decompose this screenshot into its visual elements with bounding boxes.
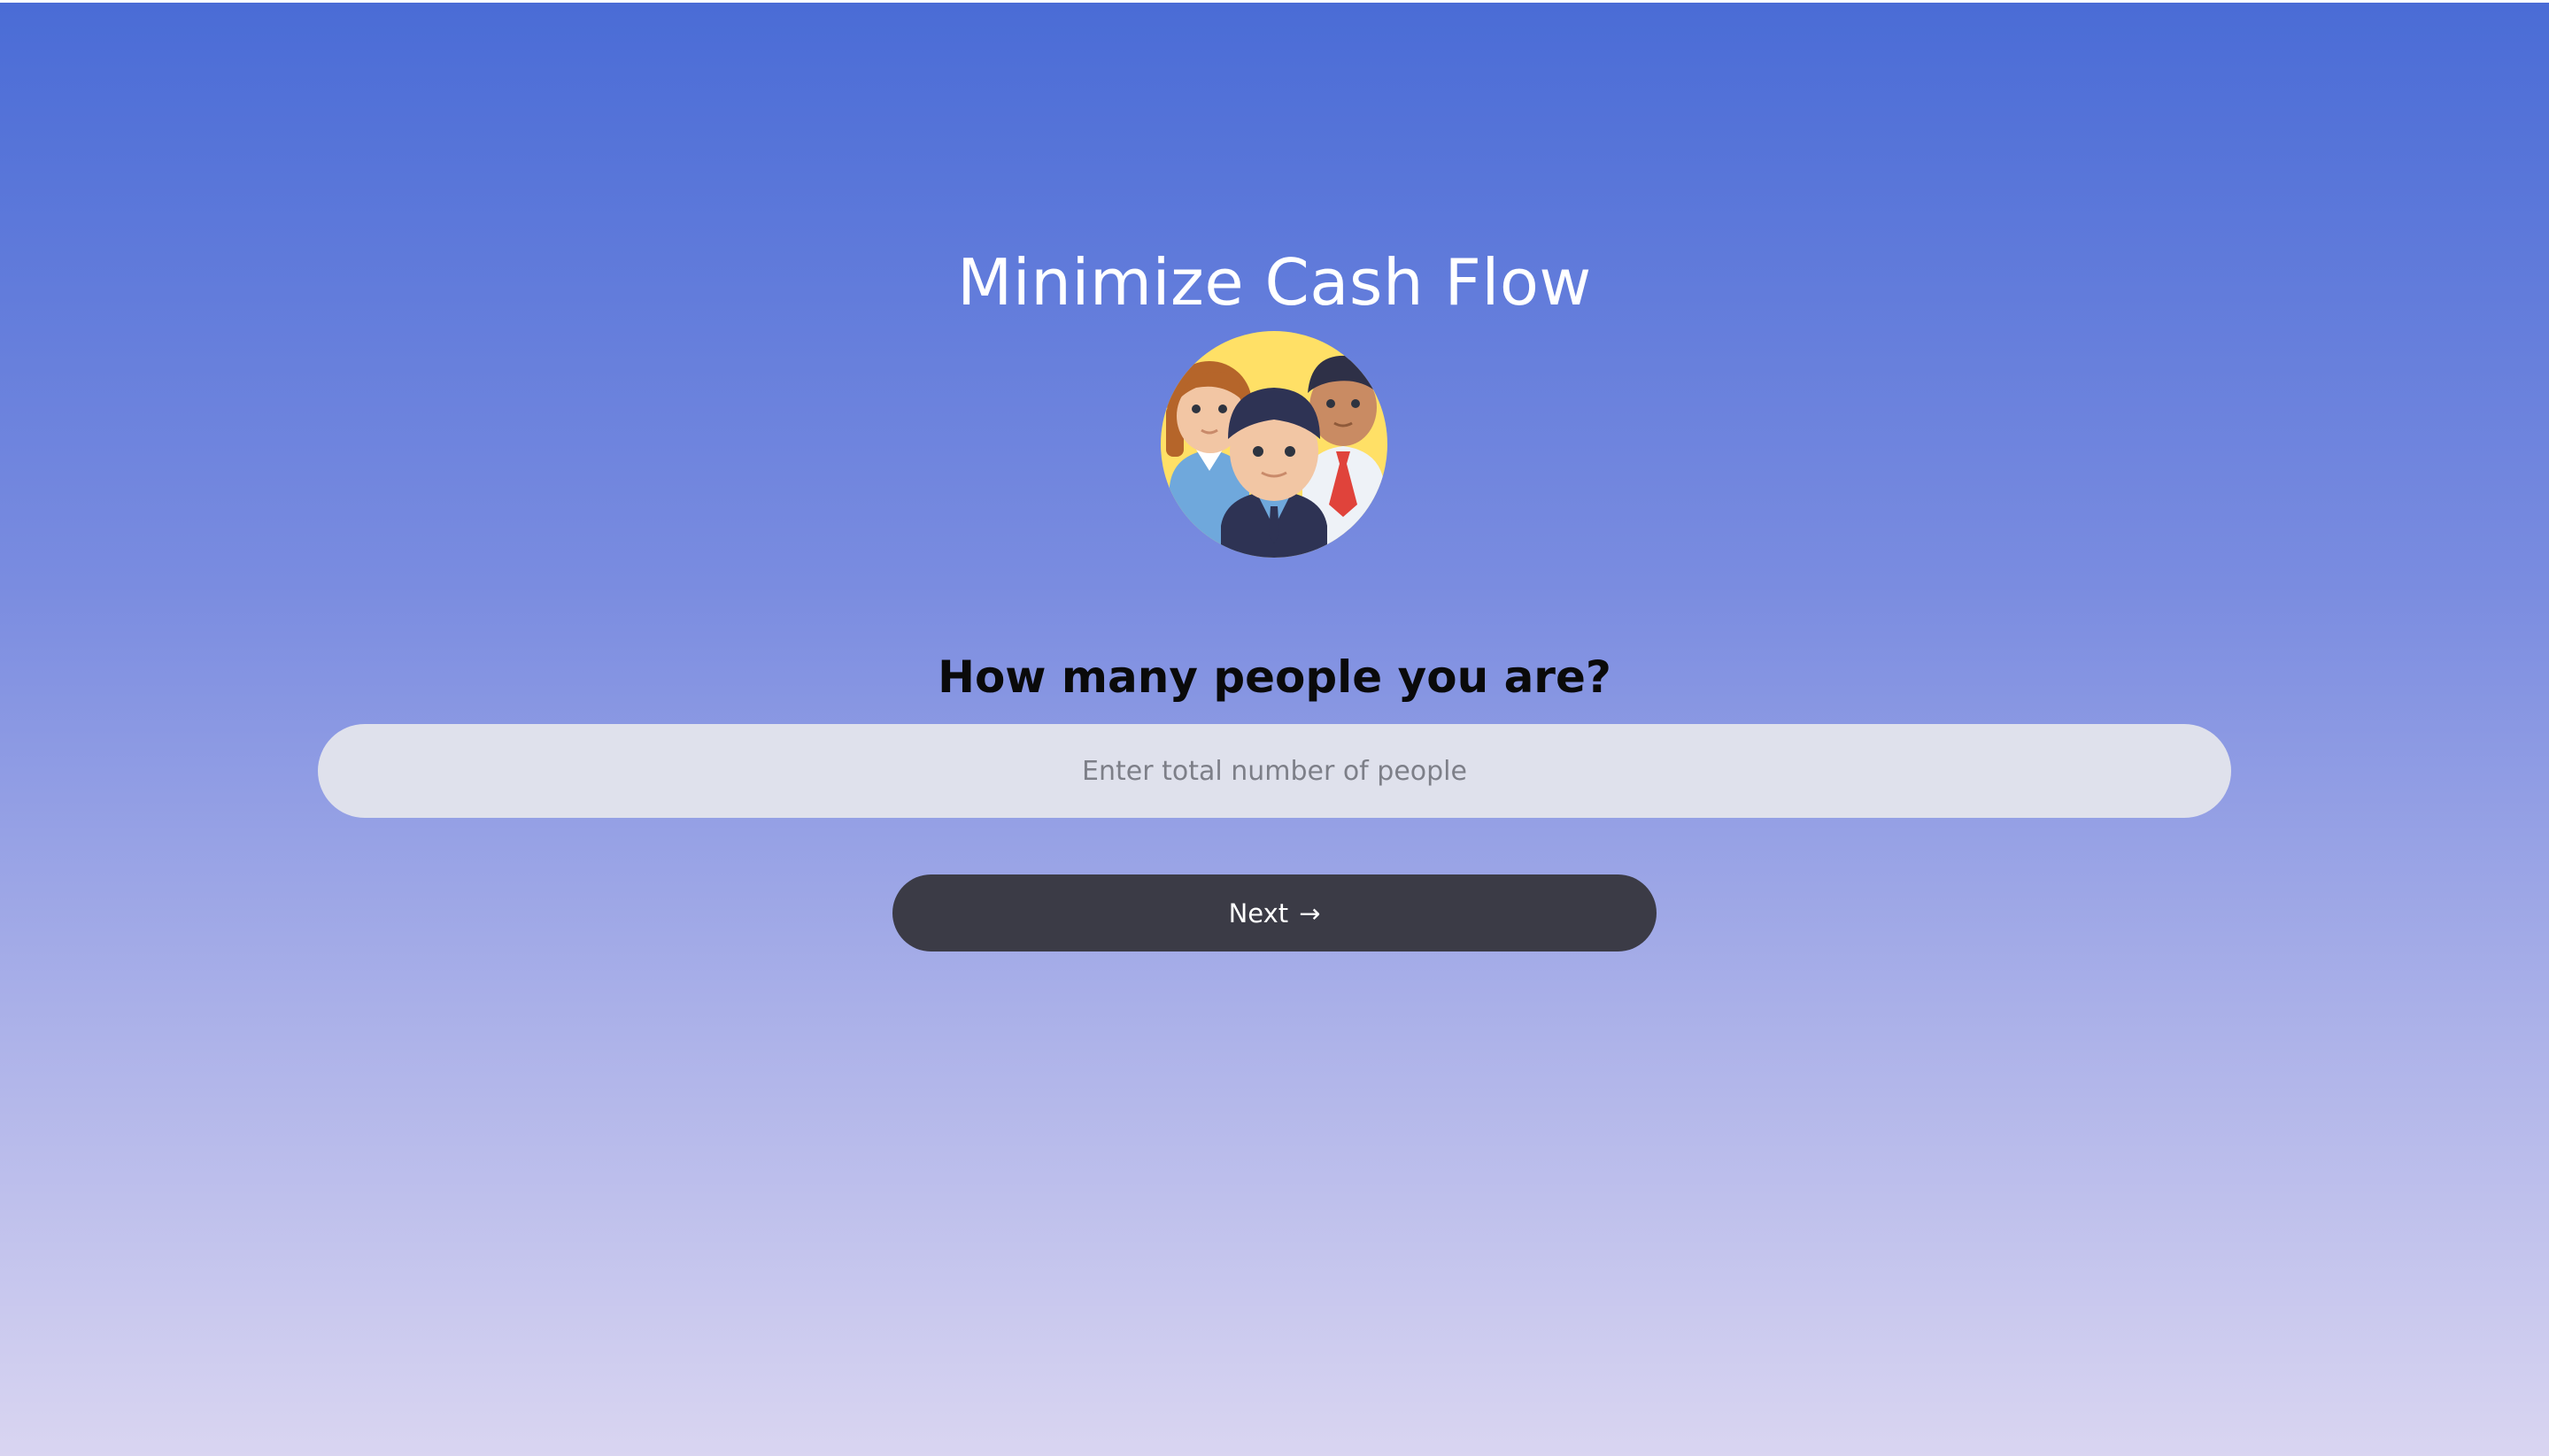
next-button[interactable]: Next → bbox=[892, 874, 1657, 951]
people-count-question: How many people you are? bbox=[938, 651, 1611, 703]
group-people-icon bbox=[1161, 331, 1387, 558]
arrow-right-icon: → bbox=[1299, 897, 1321, 928]
people-count-input[interactable] bbox=[318, 724, 2231, 818]
page: Minimize Cash Flow How many people you a… bbox=[0, 0, 2549, 1456]
page-title: Minimize Cash Flow bbox=[957, 245, 1592, 320]
next-button-label: Next bbox=[1228, 897, 1289, 928]
